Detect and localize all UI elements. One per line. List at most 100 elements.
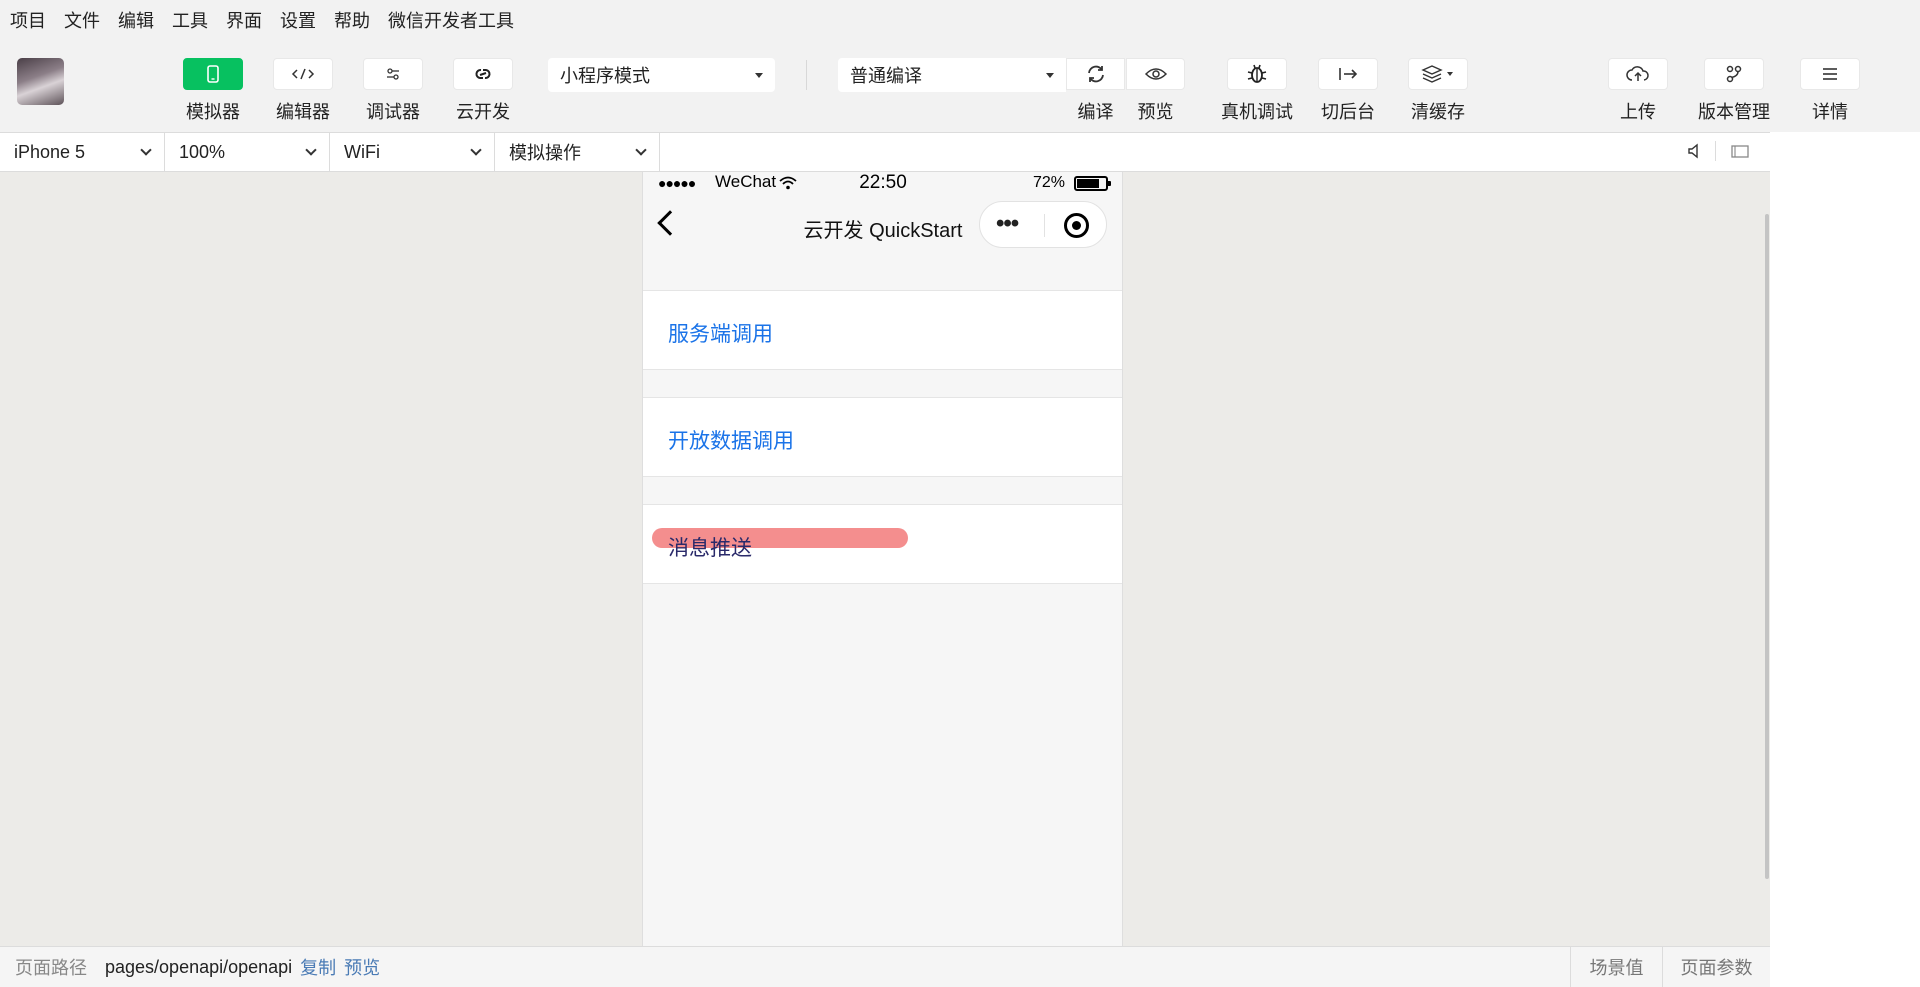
editor-toggle[interactable]: 编辑器 xyxy=(273,58,333,124)
upload-button[interactable] xyxy=(1608,58,1668,90)
menu-edit[interactable]: 编辑 xyxy=(118,7,154,33)
device-select-value: iPhone 5 xyxy=(14,141,86,162)
cloud-link-icon xyxy=(475,69,491,79)
menu-devtools[interactable]: 微信开发者工具 xyxy=(388,7,514,33)
list-item-open-data[interactable]: 开放数据调用 xyxy=(643,397,1122,477)
device-select[interactable]: iPhone 5 xyxy=(0,133,165,171)
list-item-server-call[interactable]: 服务端调用 xyxy=(643,290,1122,370)
menu-file[interactable]: 文件 xyxy=(64,7,100,33)
clear-cache-label: 清缓存 xyxy=(1411,102,1465,122)
mode-select[interactable]: 小程序模式 xyxy=(548,58,775,92)
cloud-label: 云开发 xyxy=(456,102,510,122)
compile-select[interactable]: 普通编译 xyxy=(838,58,1066,92)
remote-debug-tool[interactable]: 真机调试 xyxy=(1221,58,1293,124)
bug-icon xyxy=(1247,64,1267,83)
version-tool[interactable]: 版本管理 xyxy=(1698,58,1770,124)
preview-button[interactable] xyxy=(1126,58,1185,90)
debugger-label: 调试器 xyxy=(366,102,420,122)
phone-screen: ●●●●● WeChat 22:50 72% 云开发 QuickStart ••… xyxy=(642,172,1123,946)
zoom-select-value: 100% xyxy=(179,141,226,162)
volume-icon[interactable] xyxy=(1687,142,1701,160)
version-button[interactable] xyxy=(1704,58,1764,90)
phone-nav-bar: 云开发 QuickStart ••• xyxy=(643,194,1122,262)
close-target-icon[interactable] xyxy=(1064,213,1089,238)
operation-select[interactable]: 模拟操作 xyxy=(495,133,660,171)
details-label: 详情 xyxy=(1812,102,1848,122)
window-icon[interactable] xyxy=(1730,143,1750,159)
caret-down-icon xyxy=(755,72,763,78)
simulator-button[interactable] xyxy=(183,58,243,90)
battery-percent: 72% xyxy=(1033,174,1066,191)
chevron-down-icon xyxy=(140,143,152,156)
operation-select-value: 模拟操作 xyxy=(509,143,581,163)
network-select[interactable]: WiFi xyxy=(330,133,495,171)
compile-button[interactable] xyxy=(1066,58,1125,90)
details-button[interactable] xyxy=(1800,58,1860,90)
debugger-toggle[interactable]: 调试器 xyxy=(363,58,423,124)
editor-button[interactable] xyxy=(273,58,333,90)
chevron-down-icon xyxy=(305,143,317,156)
menu-icon xyxy=(1823,68,1837,80)
capsule-divider xyxy=(1044,214,1045,237)
eye-icon xyxy=(1144,68,1167,80)
cloud-button[interactable] xyxy=(453,58,513,90)
page-params-button[interactable]: 页面参数 xyxy=(1662,947,1770,987)
scrollbar[interactable] xyxy=(1765,214,1769,879)
background-button[interactable] xyxy=(1318,58,1378,90)
network-select-value: WiFi xyxy=(344,141,380,162)
menu-settings[interactable]: 设置 xyxy=(280,7,316,33)
zoom-select[interactable]: 100% xyxy=(165,133,330,171)
clear-cache-tool[interactable]: 清缓存 xyxy=(1408,58,1468,124)
cloud-toggle[interactable]: 云开发 xyxy=(453,58,513,124)
battery-icon xyxy=(1074,176,1111,191)
capsule-menu[interactable]: ••• xyxy=(979,201,1107,248)
preview-label: 预览 xyxy=(1137,102,1174,122)
menu-tools[interactable]: 工具 xyxy=(172,7,208,33)
mode-select-value: 小程序模式 xyxy=(560,66,650,86)
switch-background-icon xyxy=(1339,68,1358,80)
phone-status-bar: ●●●●● WeChat 22:50 72% xyxy=(643,172,1122,194)
copy-link[interactable]: 复制 xyxy=(300,954,336,980)
preview-tool[interactable]: 预览 xyxy=(1126,58,1185,124)
remote-debug-button[interactable] xyxy=(1227,58,1287,90)
version-label: 版本管理 xyxy=(1698,102,1770,122)
upload-label: 上传 xyxy=(1620,102,1656,122)
compile-tool[interactable]: 编译 xyxy=(1066,58,1125,124)
list-item-message-push[interactable]: 消息推送 xyxy=(643,504,1122,584)
toolbar-divider xyxy=(806,60,807,90)
simulator-toggle[interactable]: 模拟器 xyxy=(183,58,243,124)
bottom-status-bar: 页面路径 pages/openapi/openapi 复制 预览 场景值 页面参… xyxy=(0,946,1770,987)
background-label: 切后台 xyxy=(1321,102,1375,122)
page-path-value: pages/openapi/openapi xyxy=(105,956,293,977)
details-tool[interactable]: 详情 xyxy=(1800,58,1860,124)
phone-icon xyxy=(207,65,219,83)
cloud-upload-icon xyxy=(1626,66,1649,81)
scene-button[interactable]: 场景值 xyxy=(1570,947,1662,987)
chevron-down-icon xyxy=(635,143,647,156)
list-item-label: 服务端调用 xyxy=(668,323,773,346)
list-item-label: 消息推送 xyxy=(668,537,752,560)
toolbar: 模拟器 编辑器 调试器 云开发 小程序模式 普通编译 编译 预览 真机调试 切后… xyxy=(0,40,1920,132)
right-panel xyxy=(1770,132,1920,987)
avatar[interactable] xyxy=(17,58,64,105)
list-item-label: 开放数据调用 xyxy=(668,430,794,453)
more-icon[interactable]: ••• xyxy=(996,210,1019,238)
device-bar: iPhone 5 100% WiFi 模拟操作 xyxy=(0,132,1770,172)
simulator-label: 模拟器 xyxy=(186,102,240,122)
page-path-label: 页面路径 xyxy=(15,958,87,978)
debugger-button[interactable] xyxy=(363,58,423,90)
caret-down-icon xyxy=(1046,72,1054,78)
chevron-down-icon xyxy=(470,143,482,156)
clear-cache-button[interactable] xyxy=(1408,58,1468,90)
preview-link[interactable]: 预览 xyxy=(344,954,380,980)
editor-label: 编辑器 xyxy=(276,102,330,122)
sliders-icon xyxy=(387,68,399,80)
menu-help[interactable]: 帮助 xyxy=(334,7,370,33)
menu-bar: 项目 文件 编辑 工具 界面 设置 帮助 微信开发者工具 xyxy=(0,0,1920,40)
menu-view[interactable]: 界面 xyxy=(226,7,262,33)
device-bar-actions xyxy=(1687,141,1750,161)
menu-project[interactable]: 项目 xyxy=(10,7,46,33)
code-icon xyxy=(291,68,315,80)
background-tool[interactable]: 切后台 xyxy=(1318,58,1378,124)
upload-tool[interactable]: 上传 xyxy=(1608,58,1668,124)
